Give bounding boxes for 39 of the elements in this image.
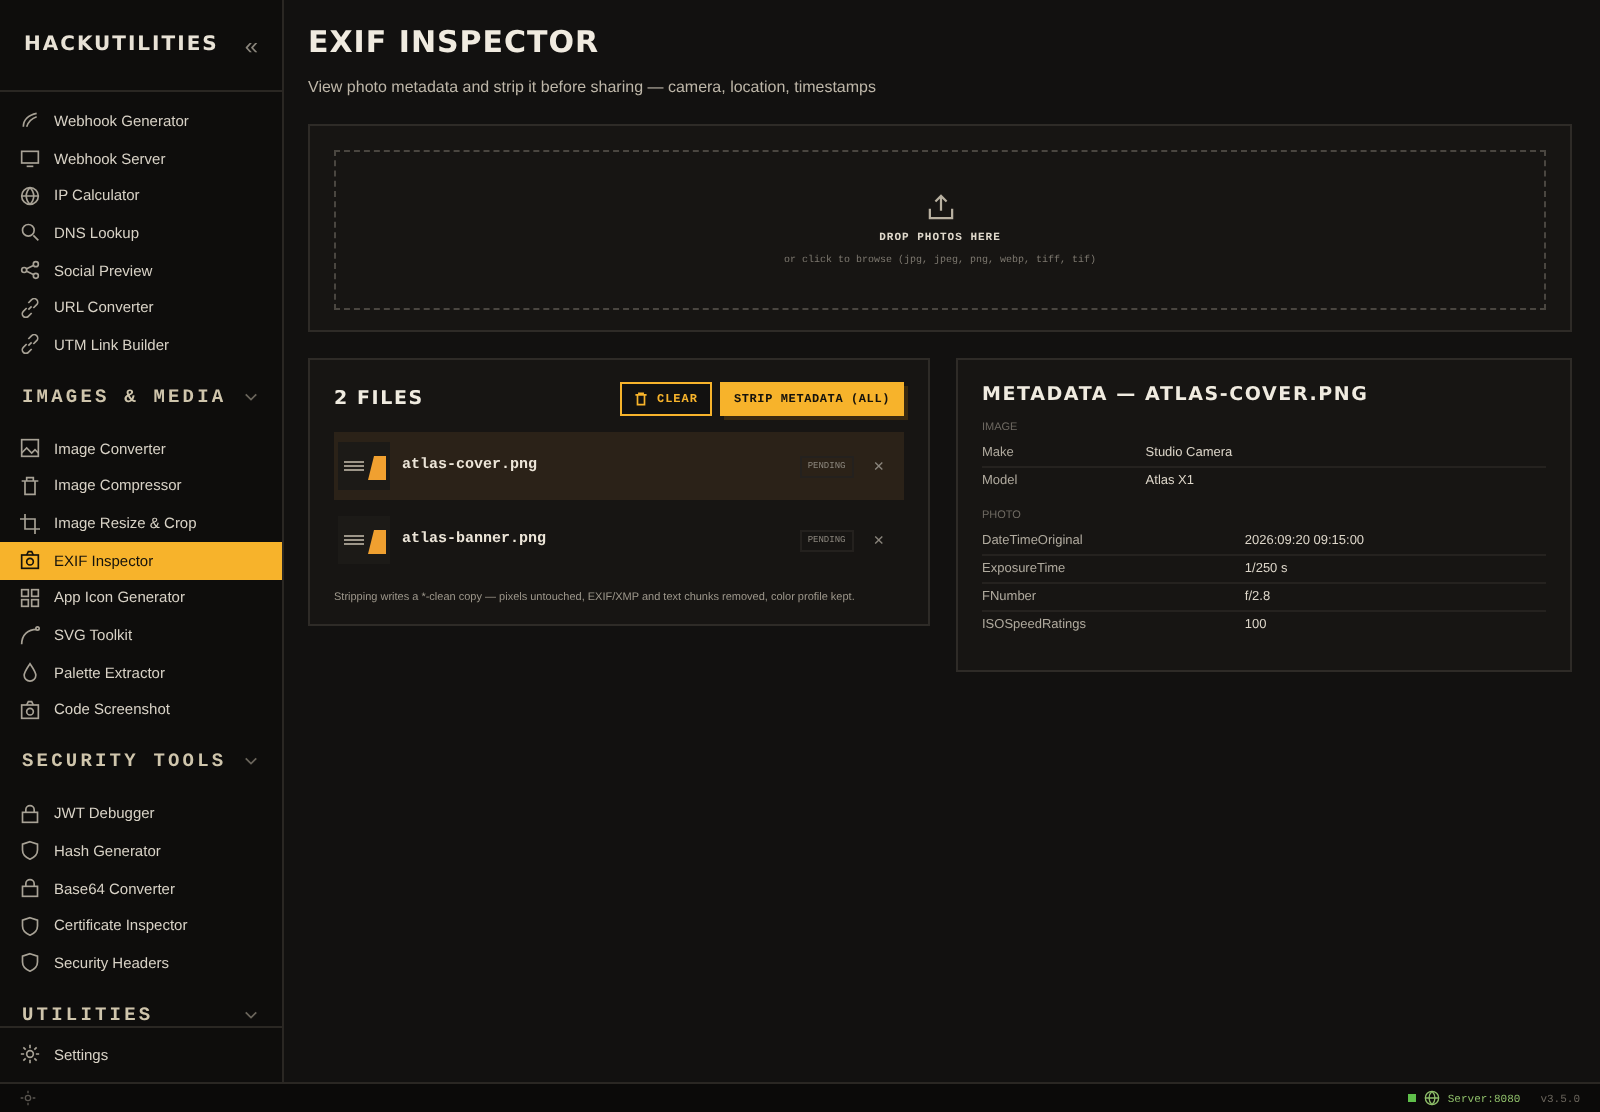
trash-icon <box>20 475 40 496</box>
drop-icon <box>20 662 40 683</box>
curve-icon <box>20 625 40 646</box>
shield-icon <box>20 840 40 861</box>
app-title: HACKUTILITIES <box>24 34 219 56</box>
chevron-down-icon[interactable] <box>244 391 258 402</box>
upload-icon <box>927 194 953 220</box>
trash-icon <box>634 392 649 406</box>
crop-icon <box>20 513 40 534</box>
page-subtitle: View photo metadata and strip it before sharing — camera, location, timestamps <box>308 78 878 96</box>
metadata-title: METADATA — ATLAS-COVER.PNG <box>982 384 1371 406</box>
shield-icon <box>20 915 40 936</box>
camera-icon <box>20 699 40 720</box>
monitor-icon <box>20 148 40 169</box>
chevron-down-icon[interactable] <box>244 756 258 767</box>
section-header[interactable]: UTILITIES <box>22 1003 154 1026</box>
file-thumbnail-icon <box>338 442 390 490</box>
section-header[interactable]: SECURITY TOOLS <box>22 750 227 773</box>
image-icon <box>20 438 40 459</box>
grid-icon <box>20 587 40 608</box>
link-icon <box>20 334 40 355</box>
page-title: EXIF INSPECTOR <box>308 24 602 60</box>
search-icon <box>20 222 40 243</box>
lock-icon <box>20 803 40 824</box>
globe-icon <box>20 185 40 206</box>
section-header[interactable]: IMAGES & MEDIA <box>22 385 227 408</box>
collapse-sidebar-button[interactable]: « <box>244 31 258 59</box>
share-icon <box>20 260 40 281</box>
camera-icon <box>20 550 40 571</box>
shield-icon <box>20 952 40 973</box>
remove-button[interactable]: × <box>865 456 884 476</box>
chevron-down-icon[interactable] <box>244 1009 258 1020</box>
lock-icon <box>20 878 40 899</box>
globe-icon <box>1423 1090 1440 1106</box>
files-title: 2 FILES <box>334 388 424 410</box>
link-icon <box>20 297 40 318</box>
remove-button[interactable]: × <box>865 530 884 550</box>
online-indicator-icon <box>1407 1094 1416 1102</box>
webhook-icon <box>20 110 40 131</box>
